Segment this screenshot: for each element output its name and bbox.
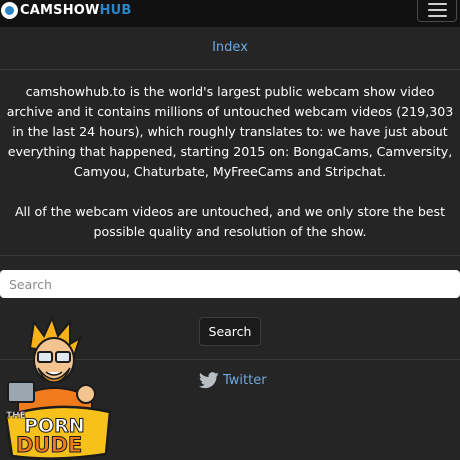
intro-text: camshowhub.to is the world's largest pub… (4, 82, 456, 242)
badge-hand-icon (76, 384, 96, 404)
twitter-label: Twitter (223, 373, 267, 388)
menu-toggle-button[interactable] (417, 0, 457, 22)
divider (0, 255, 460, 256)
badge-laptop (7, 381, 35, 403)
twitter-bird-icon (199, 372, 219, 389)
brand-name: CAMSHOW (20, 2, 100, 18)
intro-paragraph-2: All of the webcam videos are untouched, … (14, 204, 446, 239)
index-link[interactable]: Index (0, 40, 460, 55)
badge-glasses-right (55, 351, 71, 363)
brand-logo-icon (1, 1, 18, 19)
twitter-link[interactable]: Twitter (199, 372, 267, 389)
hamburger-icon (428, 3, 447, 5)
hamburger-icon-bar (428, 15, 447, 17)
top-navbar: CAMSHOWHUB (0, 0, 460, 27)
badge-word-dude: DUDE (16, 433, 82, 457)
brand-name-accent: HUB (99, 2, 132, 18)
porn-dude-badge[interactable]: THE PORN DUDE (0, 316, 118, 460)
brand-logo[interactable]: CAMSHOWHUB (0, 0, 132, 20)
badge-word-the: THE (6, 411, 26, 421)
badge-glasses-left (37, 351, 53, 363)
hamburger-icon-bar (428, 9, 447, 11)
intro-paragraph-1: camshowhub.to is the world's largest pub… (6, 84, 454, 179)
search-input[interactable] (0, 270, 460, 298)
divider (0, 69, 460, 70)
search-button[interactable]: Search (199, 317, 261, 346)
page: CAMSHOWHUB Index camshowhub.to is the wo… (0, 0, 460, 460)
